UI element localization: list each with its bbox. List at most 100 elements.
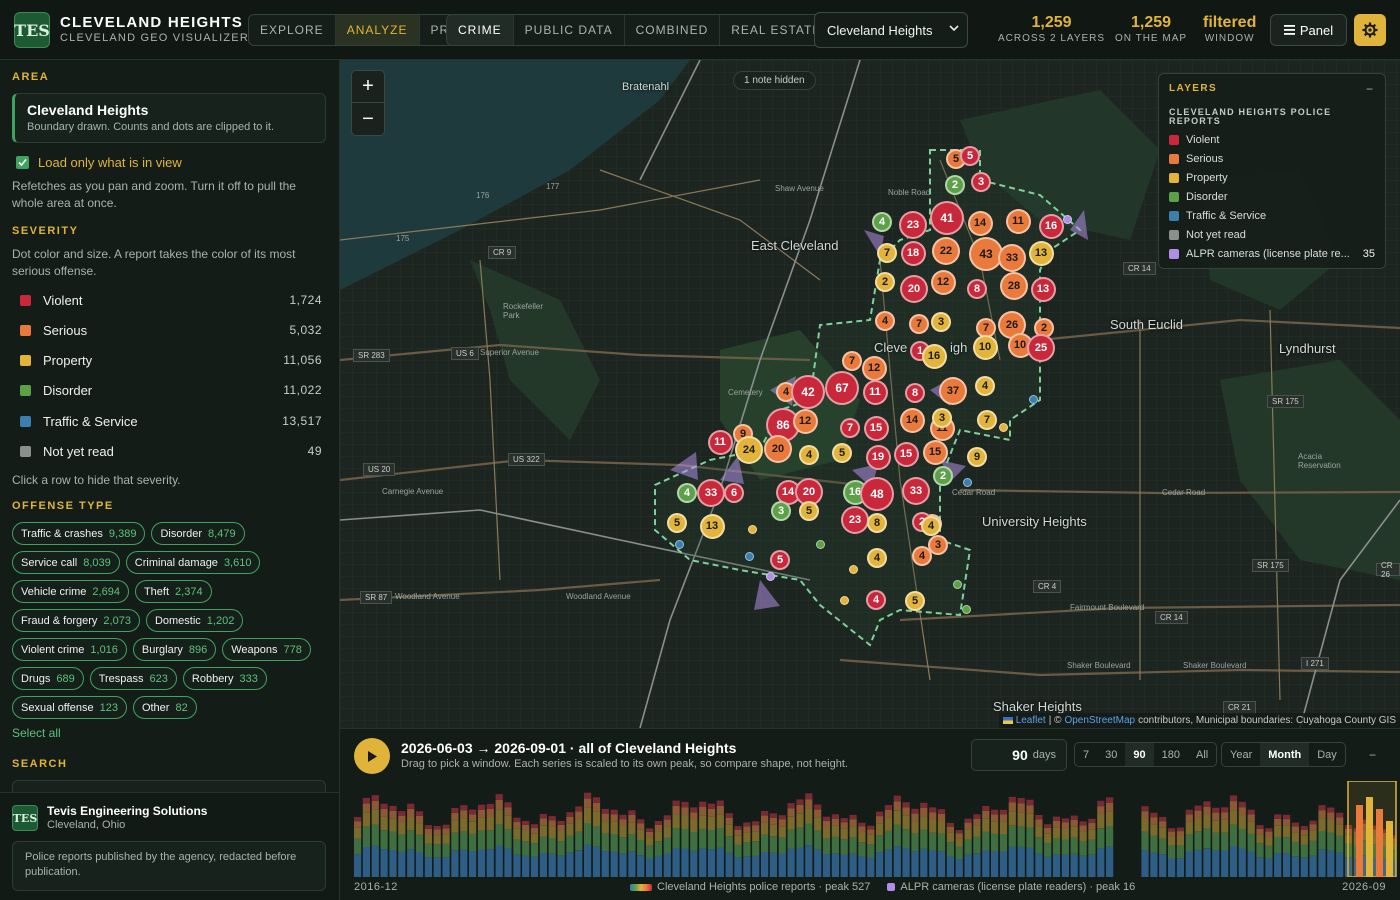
incident-cluster[interactable]: 4 xyxy=(677,483,697,503)
offense-chip-disorder[interactable]: Disorder 8,479 xyxy=(151,522,245,545)
osm-link[interactable]: OpenStreetMap xyxy=(1064,715,1135,726)
offense-chip-burglary[interactable]: Burglary 896 xyxy=(132,638,217,661)
severity-row-serious[interactable]: Serious 5,032 xyxy=(12,316,322,344)
offense-chip-theft[interactable]: Theft 2,374 xyxy=(134,580,212,603)
offense-chip-other[interactable]: Other 82 xyxy=(132,696,197,719)
layer-serious[interactable]: Serious xyxy=(1169,149,1375,168)
incident-cluster[interactable]: 23 xyxy=(841,506,869,534)
incident-cluster[interactable]: 12 xyxy=(930,269,956,295)
incident-cluster[interactable]: 20 xyxy=(764,435,792,463)
incident-dot[interactable] xyxy=(748,525,757,534)
offense-chip-sexual-offense[interactable]: Sexual offense 123 xyxy=(12,696,127,719)
incident-cluster[interactable]: 4 xyxy=(866,590,886,610)
settings-button[interactable] xyxy=(1354,14,1386,46)
incident-cluster[interactable]: 5 xyxy=(960,146,980,166)
severity-row-traffic-service[interactable]: Traffic & Service 13,517 xyxy=(12,407,322,435)
incident-cluster[interactable]: 4 xyxy=(975,376,995,396)
incident-cluster[interactable]: 3 xyxy=(932,408,952,428)
incident-cluster[interactable]: 5 xyxy=(832,443,852,463)
incident-cluster[interactable]: 4 xyxy=(921,516,941,536)
incident-cluster[interactable]: 12 xyxy=(792,408,818,434)
incident-cluster[interactable]: 13 xyxy=(1030,276,1056,302)
incident-cluster[interactable]: 28 xyxy=(1000,272,1028,300)
incident-cluster[interactable]: 7 xyxy=(977,410,997,430)
source-public-data[interactable]: PUBLIC DATA xyxy=(514,15,625,45)
incident-cluster[interactable]: 5 xyxy=(799,501,819,521)
alpr-camera-dot[interactable] xyxy=(1063,215,1072,224)
zoom-in-button[interactable]: + xyxy=(352,71,384,103)
offense-chip-violent-crime[interactable]: Violent crime 1,016 xyxy=(12,638,127,661)
offense-chip-domestic[interactable]: Domestic 1,202 xyxy=(145,609,244,632)
incident-dot[interactable] xyxy=(816,540,825,549)
incident-cluster[interactable]: 2 xyxy=(945,175,965,195)
preset-all[interactable]: All xyxy=(1188,743,1216,766)
offense-chip-trespass[interactable]: Trespass 623 xyxy=(89,667,177,690)
incident-cluster[interactable]: 7 xyxy=(840,418,860,438)
incident-cluster[interactable]: 16 xyxy=(1038,213,1064,239)
incident-cluster[interactable]: 4 xyxy=(799,445,819,465)
incident-cluster[interactable]: 24 xyxy=(735,436,763,464)
incident-cluster[interactable]: 8 xyxy=(905,383,925,403)
map[interactable]: + − 1 note hidden East Cleveland Cleve i… xyxy=(340,60,1400,728)
source-crime[interactable]: CRIME xyxy=(447,15,514,45)
incident-cluster[interactable]: 2 xyxy=(933,466,953,486)
app-logo[interactable]: TES xyxy=(14,12,50,48)
incident-cluster[interactable]: 8 xyxy=(867,513,887,533)
offense-chip-fraud-forgery[interactable]: Fraud & forgery 2,073 xyxy=(12,609,140,632)
incident-dot[interactable] xyxy=(849,565,858,574)
zoom-out-button[interactable]: − xyxy=(352,103,384,135)
incident-cluster[interactable]: 5 xyxy=(905,591,925,611)
incident-dot[interactable] xyxy=(840,596,849,605)
severity-row-property[interactable]: Property 11,056 xyxy=(12,346,322,374)
alpr-camera-dot[interactable] xyxy=(766,572,775,581)
incident-cluster[interactable]: 33 xyxy=(697,479,725,507)
granularity-year[interactable]: Year xyxy=(1222,743,1260,766)
source-combined[interactable]: COMBINED xyxy=(625,15,721,45)
incident-dot[interactable] xyxy=(999,423,1008,432)
incident-cluster[interactable]: 10 xyxy=(972,334,998,360)
incident-cluster[interactable]: 14 xyxy=(967,210,993,236)
incident-cluster[interactable]: 67 xyxy=(825,371,859,405)
incident-cluster[interactable]: 13 xyxy=(699,513,725,539)
incident-cluster[interactable]: 11 xyxy=(862,379,888,405)
incident-cluster[interactable]: 5 xyxy=(667,513,687,533)
layers-collapse-button[interactable]: − xyxy=(1366,82,1373,96)
incident-cluster[interactable]: 13 xyxy=(1028,240,1054,266)
layer-not-yet-read[interactable]: Not yet read xyxy=(1169,225,1375,244)
layer-traffic-service[interactable]: Traffic & Service xyxy=(1169,206,1375,225)
incident-cluster[interactable]: 5 xyxy=(770,550,790,570)
select-all-link[interactable]: Select all xyxy=(12,726,61,740)
incident-cluster[interactable]: 9 xyxy=(967,447,987,467)
incident-dot[interactable] xyxy=(745,552,754,561)
incident-cluster[interactable]: 12 xyxy=(861,355,887,381)
offense-chip-criminal-damage[interactable]: Criminal damage 3,610 xyxy=(125,551,261,574)
layer-property[interactable]: Property xyxy=(1169,168,1375,187)
layer-violent[interactable]: Violent xyxy=(1169,130,1375,149)
incident-cluster[interactable]: 7 xyxy=(909,314,929,334)
checkbox-checked-icon[interactable] xyxy=(16,156,29,169)
incident-dot[interactable] xyxy=(675,540,684,549)
incident-cluster[interactable]: 41 xyxy=(930,201,964,235)
leaflet-link[interactable]: Leaflet xyxy=(1016,715,1046,726)
granularity-month[interactable]: Month xyxy=(1260,743,1310,766)
incident-cluster[interactable]: 14 xyxy=(899,407,925,433)
incident-cluster[interactable]: 11 xyxy=(707,429,733,455)
preset-7[interactable]: 7 xyxy=(1075,743,1097,766)
incident-cluster[interactable]: 15 xyxy=(893,441,919,467)
incident-cluster[interactable]: 15 xyxy=(863,415,889,441)
incident-cluster[interactable]: 19 xyxy=(865,444,891,470)
incident-cluster[interactable]: 48 xyxy=(860,477,894,511)
offense-chip-service-call[interactable]: Service call 8,039 xyxy=(12,551,120,574)
incident-dot[interactable] xyxy=(963,478,972,487)
search-input[interactable] xyxy=(12,780,326,792)
granularity-day[interactable]: Day xyxy=(1309,743,1345,766)
incident-cluster[interactable]: 42 xyxy=(791,375,825,409)
layer-disorder[interactable]: Disorder xyxy=(1169,187,1375,206)
incident-cluster[interactable]: 7 xyxy=(842,351,862,371)
incident-cluster[interactable]: 7 xyxy=(877,243,897,263)
area-card[interactable]: Cleveland Heights Boundary drawn. Counts… xyxy=(12,93,326,143)
incident-cluster[interactable]: 33 xyxy=(902,477,930,505)
incident-cluster[interactable]: 8 xyxy=(967,279,987,299)
severity-row-violent[interactable]: Violent 1,724 xyxy=(12,286,322,314)
incident-cluster[interactable]: 16 xyxy=(921,343,947,369)
